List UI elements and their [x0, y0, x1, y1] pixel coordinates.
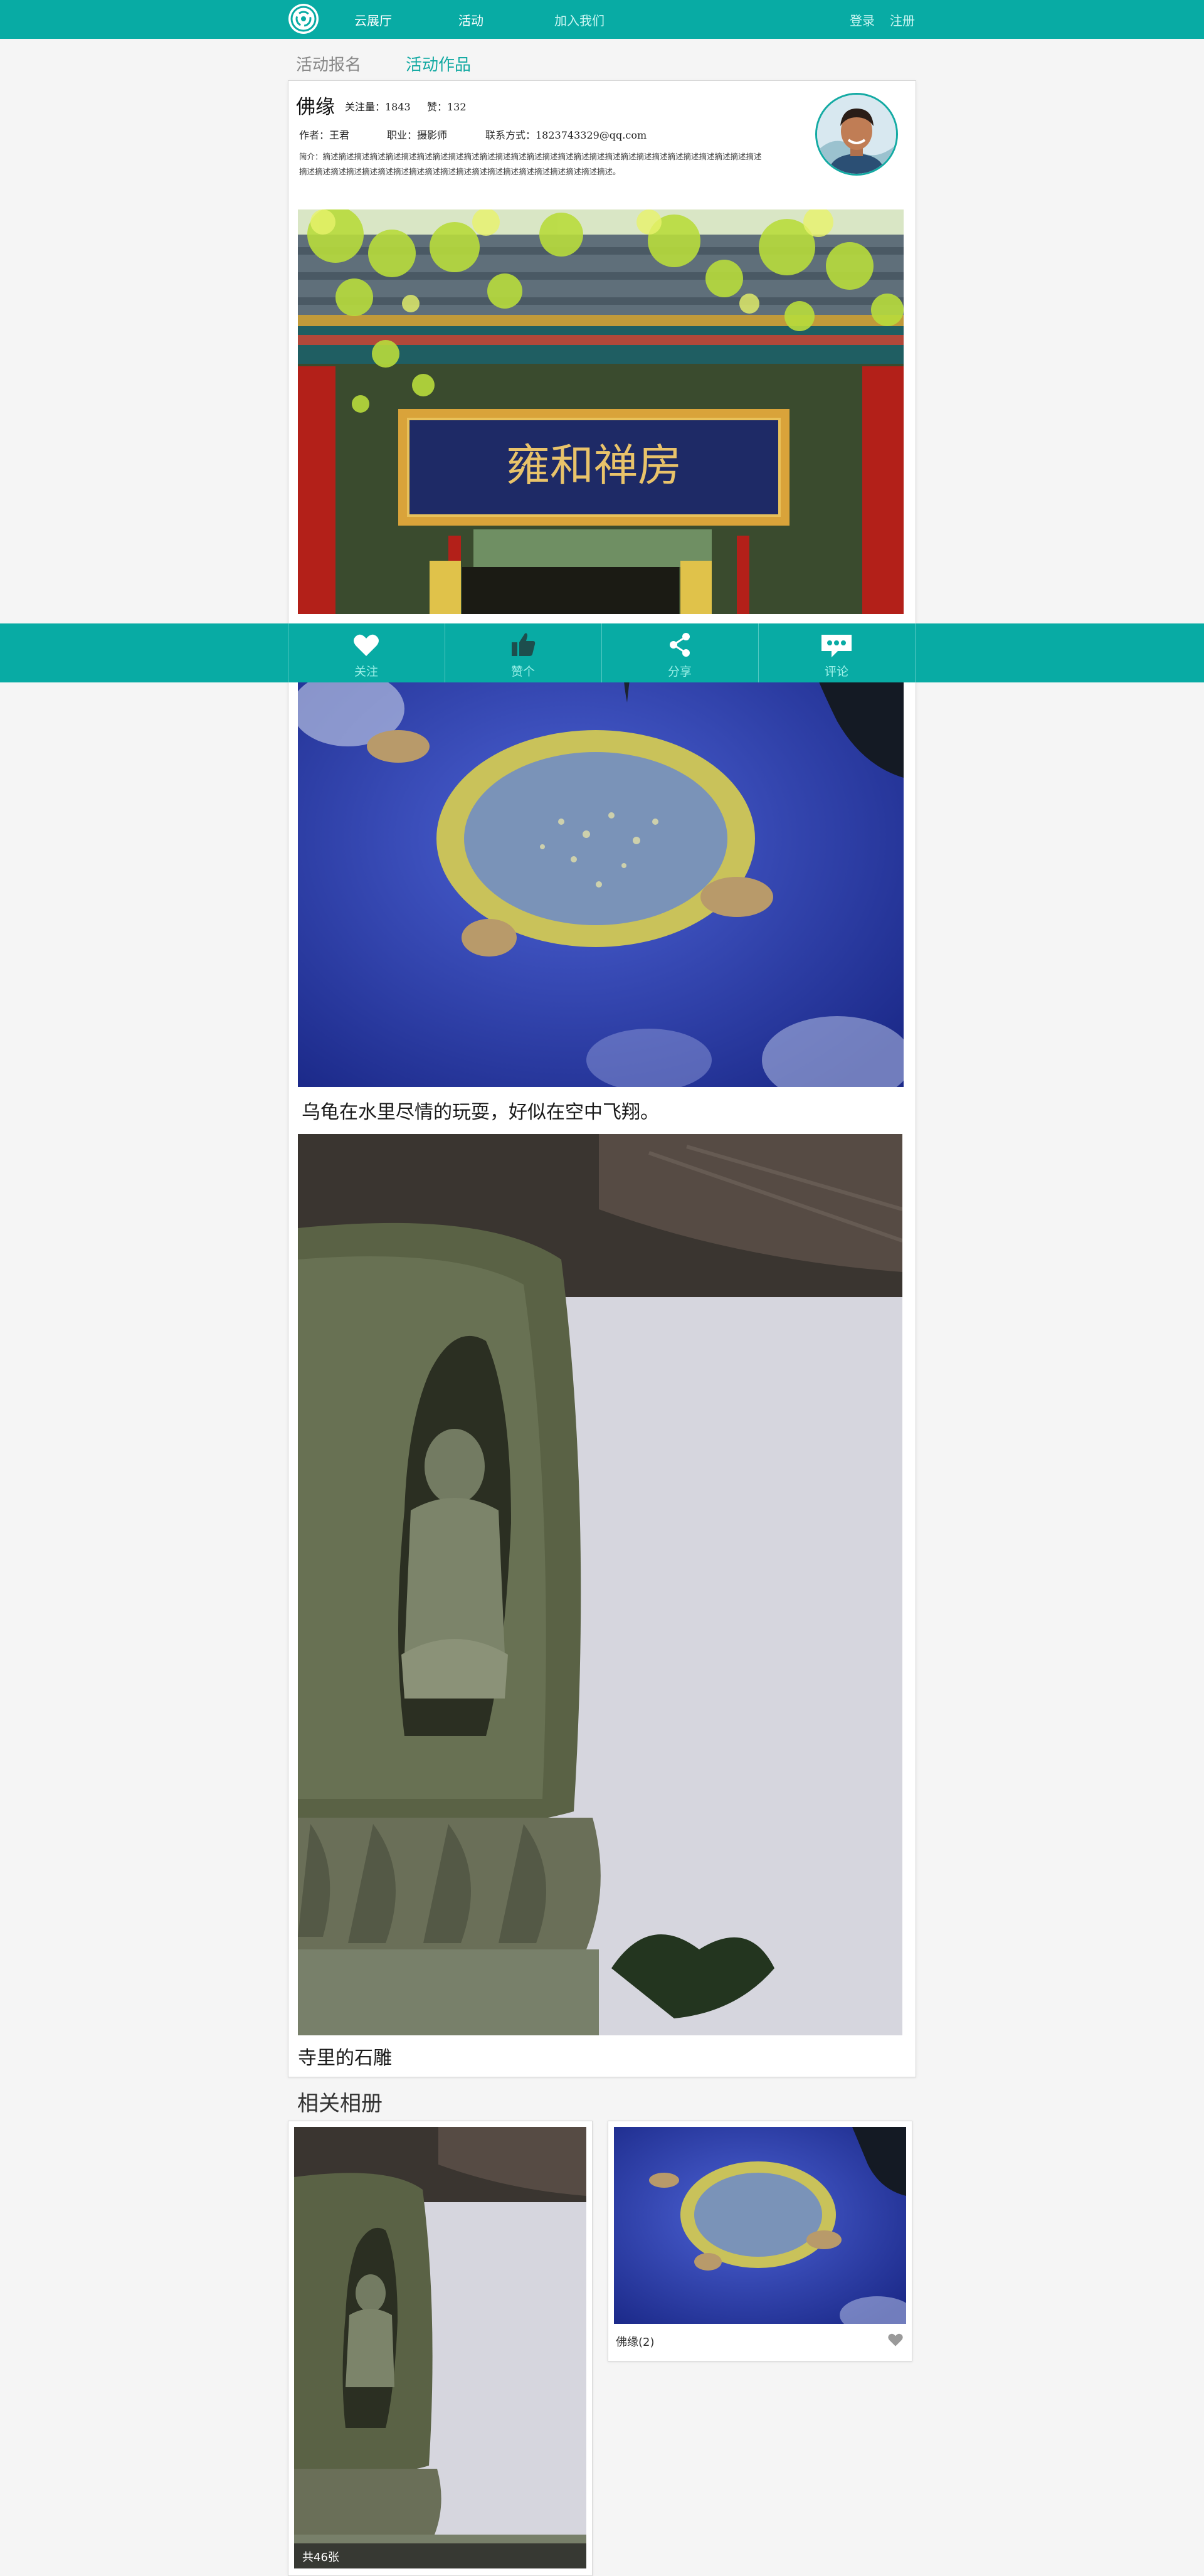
action-divider	[915, 623, 916, 682]
follow-button[interactable]: 关注	[288, 623, 445, 682]
heart-icon	[288, 630, 445, 660]
album-name: 佛缘(2)	[616, 2336, 655, 2349]
author-name: 佛缘	[296, 96, 335, 119]
follower-count: 关注量：1843	[345, 101, 411, 113]
register-link[interactable]: 注册	[890, 11, 915, 29]
album-cover-turtle-pond	[614, 2127, 906, 2324]
temple-gate-photo[interactable]: 雍和禅房	[298, 209, 904, 614]
nav-item-activity[interactable]: 活动	[458, 11, 483, 29]
follow-label: 关注	[354, 665, 378, 679]
share-icon	[601, 630, 758, 660]
like-count: 赞：132	[427, 101, 467, 113]
thumbs-up-icon	[445, 630, 601, 660]
stone-carving-photo[interactable]	[298, 1134, 902, 2035]
author-intro: 简介：摘述摘述摘述摘述摘述摘述摘述摘述摘述摘述摘述摘述摘述摘述摘述摘述摘述摘述摘…	[299, 152, 762, 176]
login-link[interactable]: 登录	[850, 11, 875, 29]
share-label: 分享	[667, 665, 692, 679]
author-field: 作者：王君	[299, 129, 350, 141]
album-like-icon[interactable]	[887, 2331, 904, 2350]
nav-item-join-us[interactable]: 加入我们	[554, 11, 605, 29]
tab-activity-works[interactable]: 活动作品	[406, 52, 471, 75]
nav-item-cloud-gallery[interactable]: 云展厅	[354, 11, 392, 29]
album-photo-count: 共46张	[302, 2551, 339, 2564]
site-logo-icon[interactable]	[288, 4, 319, 34]
related-albums-title: 相关相册	[297, 2091, 383, 2116]
comment-label: 评论	[824, 665, 848, 679]
carving-photo-caption: 寺里的石雕	[298, 2047, 392, 2069]
turtle-pond-photo[interactable]	[298, 633, 904, 1087]
comment-icon	[758, 630, 915, 660]
occupation-field: 职业：摄影师	[387, 129, 448, 141]
contact-field: 联系方式：1823743329@qq.com	[485, 129, 647, 141]
turtle-photo-caption: 乌龟在水里尽情的玩耍，好似在空中飞翔。	[302, 1101, 659, 1123]
tab-activity-signup[interactable]: 活动报名	[296, 52, 361, 75]
like-label: 赞个	[510, 665, 535, 679]
album-card[interactable]: 共46张	[288, 2121, 593, 2576]
comment-button[interactable]: 评论	[758, 623, 915, 682]
album-card[interactable]: 佛缘(2)	[608, 2121, 912, 2361]
share-button[interactable]: 分享	[601, 623, 758, 682]
like-button[interactable]: 赞个	[445, 623, 601, 682]
gate-plaque-text: 雍和禅房	[506, 440, 682, 491]
album-cover-stone-carving	[294, 2127, 586, 2568]
avatar[interactable]	[815, 93, 898, 176]
